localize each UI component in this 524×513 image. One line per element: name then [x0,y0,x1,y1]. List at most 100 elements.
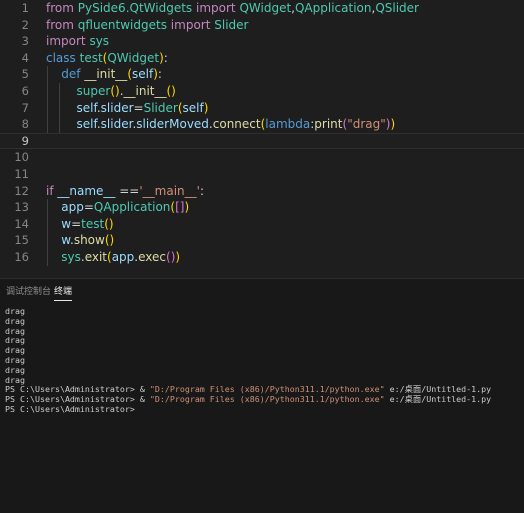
line-number: 11 [14,167,29,181]
code-text: import sys [46,33,109,50]
code-token: = [133,100,144,115]
code-token: = [83,200,94,215]
code-line[interactable]: 13 app=QApplication([]) [0,199,524,216]
code-line[interactable]: 14 w=test() [0,215,524,233]
code-token: from [46,17,74,32]
terminal-line: drag [5,316,520,327]
code-token: import [196,1,236,15]
line-number: 1 [21,1,29,15]
code-text: if __name__ =='__main__': [46,183,204,200]
code-text: def __init__(self): [46,66,162,83]
code-token: : [163,50,168,65]
code-line[interactable]: 6 super().__init__() [0,83,524,100]
code-line[interactable]: 7 self.slider=Slider(self) [0,99,524,117]
code-token: slider [100,117,133,132]
code-token: self [76,117,97,132]
code-token: () [104,216,114,231]
code-text: from PySide6.QtWidgets import QWidget,QA… [46,0,419,17]
line-number: 13 [14,200,29,215]
line-number: 2 [21,17,29,32]
terminal-token: drag [5,345,25,356]
code-token: sliderMoved [136,117,209,132]
code-token: QApplication [93,200,171,215]
code-line[interactable]: 5 def __init__(self): [0,66,524,83]
indent-guide [59,99,61,117]
code-token: ) [175,250,181,264]
code-token: sys [61,250,81,264]
code-token: w [61,216,72,231]
code-text: w=test() [46,216,114,233]
terminal-token: drag [5,325,25,336]
terminal-output[interactable]: drag drag drag drag drag drag drag drag PS C:\Us… [5,306,520,415]
line-number: 6 [21,84,29,98]
terminal-token: drag [5,335,25,346]
code-token: super [76,84,111,98]
line-number: 10 [14,150,29,165]
code-token: connect [212,117,261,132]
code-line[interactable]: 16 sys.exit(app.exec()) [0,249,524,266]
code-line[interactable]: 1 from PySide6.QtWidgets import QWidget,Q… [0,0,524,17]
terminal-token: "D:/Program Files (x86)/Python311.1/pyth… [149,394,385,405]
code-line[interactable]: 3 import sys [0,33,524,50]
code-line[interactable]: 2 from qfluentwidgets import Slider [0,17,524,34]
indent-guide [47,215,48,233]
code-text: super().__init__() [46,83,176,100]
code-token: "drag" [347,117,386,132]
code-line[interactable]: 8 self.slider.sliderMoved.connect(lambda… [0,116,524,133]
code-token: PySide6.QtWidgets [77,1,193,15]
code-token: self [182,100,204,115]
line-number: 8 [21,117,29,132]
code-token: app [111,250,135,264]
code-line[interactable]: 10 [0,149,524,166]
line-number: 7 [21,100,29,115]
terminal-token: e:/桌面/Untitled-1.py [384,384,492,395]
code-token: import [46,34,86,49]
indent-guide [47,99,48,117]
code-token: ) [203,100,209,115]
line-number: 4 [21,50,29,65]
indent-guide [47,116,48,133]
code-line[interactable]: 15 w.show() [0,232,524,249]
code-token: ) [390,117,396,132]
indent-guide [47,83,48,100]
code-token: test [81,216,105,231]
code-token: __name__ [57,183,116,198]
tab-terminal[interactable]: 终端 [54,286,73,301]
code-token: app [61,200,84,215]
bottom-panel: 调试控制台 终端 drag drag drag drag drag drag drag dra… [0,278,524,513]
code-line[interactable]: 11 [0,166,524,183]
code-token: show [73,233,105,248]
code-token: slider [100,100,134,115]
terminal-line: drag [5,325,520,337]
code-token: () [166,84,176,98]
code-token: : [157,67,162,82]
terminal-token: drag [5,364,25,375]
line-number: 15 [14,233,29,248]
terminal-token: drag [5,354,25,365]
code-token: class [46,50,76,65]
line-number: 5 [21,67,29,82]
code-token: == [119,183,140,198]
terminal-token: PS C:\Users\Administrator> & [5,384,150,395]
code-line[interactable]: 9 [0,132,524,150]
tab-debug-console[interactable]: 调试控制台 [6,286,51,298]
terminal-token: drag [5,374,25,385]
indent-guide [47,249,48,266]
code-line[interactable]: 12 if __name__ =='__main__': [0,183,524,200]
code-line[interactable]: 4 class test(QWidget): [0,50,524,67]
code-token: QApplication [294,1,372,15]
indent-guide [59,116,61,133]
code-text: from qfluentwidgets import Slider [46,17,248,34]
line-number: 16 [14,250,29,264]
code-token: lambda [265,117,311,132]
code-token: : [199,183,204,198]
code-token: Slider [214,17,249,32]
line-number: 9 [21,133,29,148]
line-number: 3 [21,34,29,49]
code-editor[interactable]: 1 from PySide6.QtWidgets import QWidget,Q… [0,0,524,278]
code-token: = [71,216,82,231]
